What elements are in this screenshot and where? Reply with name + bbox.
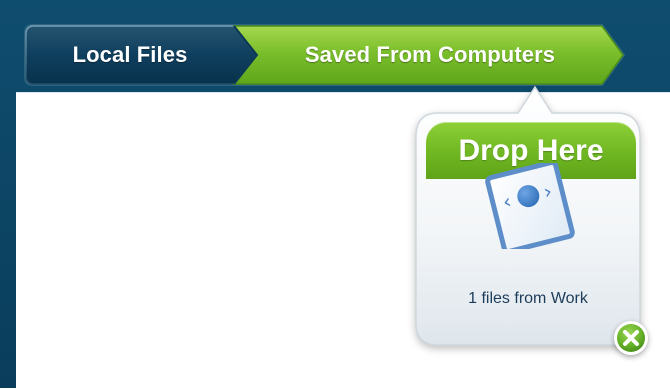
tab-saved-from-computers-label: Saved From Computers	[304, 42, 556, 67]
close-button[interactable]	[612, 319, 650, 357]
drop-zone-popover[interactable]: Drop Here ‹ › 1 files from Work	[414, 85, 642, 347]
close-icon	[612, 319, 650, 357]
file-icon: ‹ ›	[482, 160, 578, 254]
file-count-text: 1 files from Work	[468, 290, 588, 307]
tab-saved-from-computers[interactable]: Saved From Computers	[256, 24, 604, 86]
tab-local-files-label: Local Files	[72, 42, 188, 67]
tab-bar: Local Files Saved From Computers	[24, 24, 626, 86]
tab-local-files[interactable]: Local Files	[24, 24, 236, 86]
